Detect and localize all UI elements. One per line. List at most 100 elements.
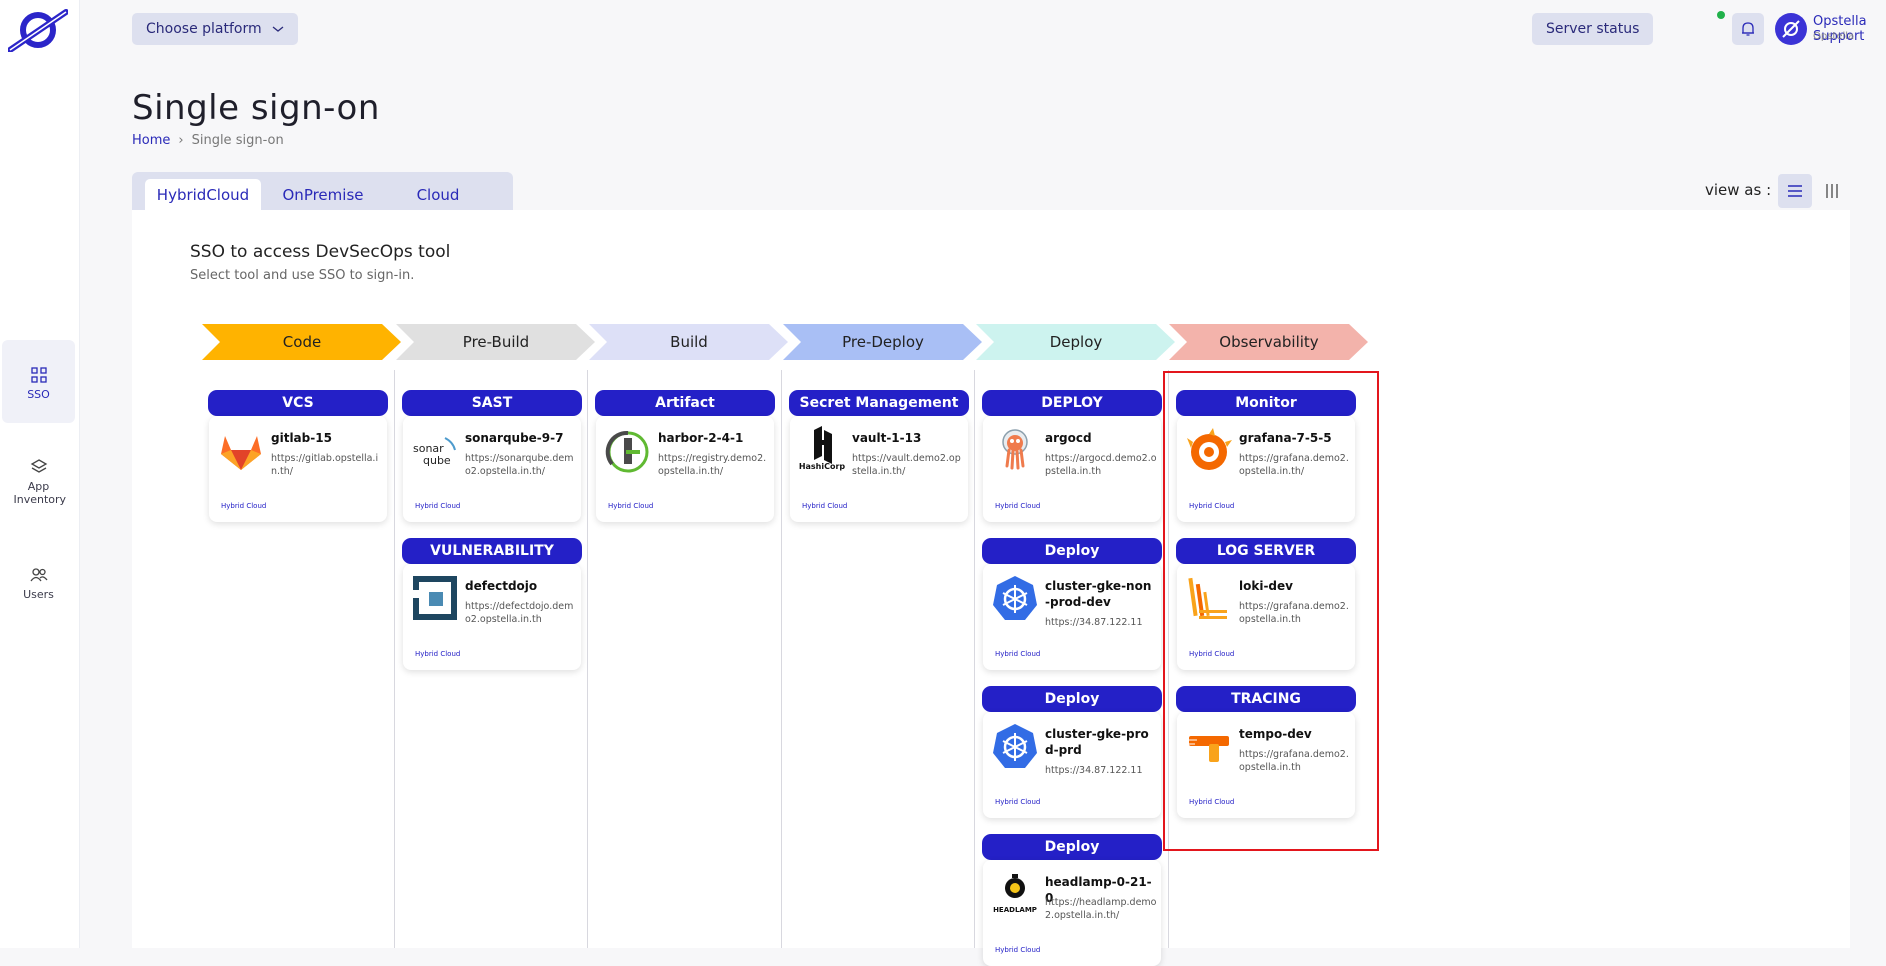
sidebar-item-sso[interactable]: SSO	[2, 340, 75, 423]
category-artifact: Artifact	[595, 390, 775, 416]
category-deploy: DEPLOY	[982, 390, 1162, 416]
sso-panel: SSO to access DevSecOps tool Select tool…	[132, 210, 1850, 966]
kubernetes-icon	[993, 724, 1037, 768]
defectdojo-icon	[413, 576, 457, 620]
tool-name: cluster-gke-prod-prd	[1045, 727, 1149, 757]
grid-icon	[30, 367, 47, 383]
layers-icon	[30, 459, 47, 473]
tool-card-argocd[interactable]: argocd https://argocd.demo2.opstella.in.…	[983, 416, 1161, 522]
tool-tag: Hybrid Cloud	[802, 502, 848, 510]
tool-name: vault-1-13	[852, 431, 922, 445]
breadcrumb-separator: ›	[178, 133, 184, 148]
notifications-button[interactable]	[1732, 13, 1764, 45]
tool-tag: Hybrid Cloud	[995, 650, 1041, 658]
opstella-avatar-icon	[1782, 20, 1800, 38]
server-status-label: Server status	[1546, 21, 1640, 37]
panel-title: SSO to access DevSecOps tool	[190, 242, 451, 262]
stage-build: Build	[589, 324, 789, 360]
avatar[interactable]	[1775, 13, 1807, 45]
server-status-button[interactable]: Server status	[1532, 13, 1654, 45]
page-title: Single sign-on	[132, 88, 380, 128]
stage-pre-build: Pre-Build	[396, 324, 596, 360]
sidebar-item-label: SSO	[27, 388, 50, 401]
tool-card-gitlab[interactable]: gitlab-15 https://gitlab.opstella.in.th/…	[209, 416, 387, 522]
opstella-logo-icon[interactable]	[8, 8, 68, 52]
tool-card-cluster-gke-prod[interactable]: cluster-gke-prod-prd https://34.87.122.1…	[983, 712, 1161, 818]
stage-code: Code	[202, 324, 402, 360]
choose-platform-label: Choose platform	[146, 21, 262, 37]
tool-url[interactable]: https://argocd.demo2.opstella.in.th	[1045, 452, 1157, 478]
users-icon	[29, 568, 48, 582]
argocd-icon	[1002, 429, 1028, 470]
tool-url[interactable]: https://gitlab.opstella.in.th/	[271, 452, 383, 478]
breadcrumb-current: Single sign-on	[191, 133, 284, 148]
tool-tag: Hybrid Cloud	[221, 502, 267, 510]
tool-url[interactable]: https://34.87.122.11	[1045, 616, 1157, 629]
tab-onpremise[interactable]: OnPremise	[268, 179, 378, 210]
user-org: Opstella	[1813, 31, 1855, 42]
tool-tag: Hybrid Cloud	[995, 798, 1041, 806]
tool-url[interactable]: https://34.87.122.11	[1045, 764, 1157, 777]
tool-card-sonarqube[interactable]: sonar qube sonarqube-9-7 https://sonarqu…	[403, 416, 581, 522]
stage-label: Observability	[1219, 333, 1319, 351]
tab-cloud[interactable]: Cloud	[388, 179, 488, 210]
platform-tabs: HybridCloud OnPremise Cloud	[132, 172, 513, 210]
category-sast: SAST	[402, 390, 582, 416]
stage-label: Code	[282, 333, 322, 351]
breadcrumb-home-link[interactable]: Home	[132, 133, 170, 148]
stage-observability: Observability	[1169, 324, 1369, 360]
bell-icon	[1742, 22, 1754, 36]
list-view-button[interactable]	[1778, 174, 1812, 208]
hashicorp-logo-text: HashiCorp	[798, 462, 846, 471]
tool-url[interactable]: https://sonarqube.demo2.opstella.in.th/	[465, 452, 577, 478]
stage-label: Pre-Deploy	[842, 333, 924, 351]
tool-name: argocd	[1045, 431, 1092, 445]
tool-card-vault[interactable]: HashiCorp vault-1-13 https://vault.demo2…	[790, 416, 968, 522]
tool-url[interactable]: https://defectdojo.demo2.opstella.in.th	[465, 600, 577, 626]
column-view-button[interactable]	[1815, 174, 1849, 208]
view-as-label: view as :	[1705, 181, 1772, 199]
stage-label: Deploy	[1049, 333, 1103, 351]
column-divider	[587, 370, 588, 948]
tool-tag: Hybrid Cloud	[608, 502, 654, 510]
tab-hybridcloud[interactable]: HybridCloud	[145, 179, 261, 210]
column-divider	[394, 370, 395, 948]
server-status-indicator	[1717, 11, 1725, 19]
headlamp-logo-text: HEADLAMP	[993, 906, 1037, 914]
tool-tag: Hybrid Cloud	[415, 502, 461, 510]
category-secret-management: Secret Management	[789, 390, 969, 416]
kubernetes-icon	[993, 576, 1037, 620]
column-divider	[974, 370, 975, 948]
category-deploy: Deploy	[982, 538, 1162, 564]
tool-tag: Hybrid Cloud	[995, 946, 1041, 954]
tool-name: cluster-gke-non-prod-dev	[1045, 579, 1152, 609]
stage-pre-deploy: Pre-Deploy	[783, 324, 983, 360]
list-icon	[1788, 185, 1802, 197]
harbor-icon	[605, 430, 649, 473]
category-vcs: VCS	[208, 390, 388, 416]
tool-tag: Hybrid Cloud	[995, 502, 1041, 510]
column-divider	[781, 370, 782, 948]
svg-text:qube: qube	[423, 454, 451, 467]
tool-name: gitlab-15	[271, 431, 332, 445]
stage-label: Build	[670, 333, 708, 351]
tool-card-harbor[interactable]: harbor-2-4-1 https://registry.demo2.opst…	[596, 416, 774, 522]
tool-url[interactable]: https://headlamp.demo2.opstella.in.th/	[1045, 896, 1157, 922]
sidebar-item-app-inventory[interactable]: App Inventory	[2, 458, 75, 506]
category-vulnerability: VULNERABILITY	[402, 538, 582, 564]
tool-card-cluster-gke-non-prod[interactable]: cluster-gke-non-prod-dev https://34.87.1…	[983, 564, 1161, 670]
tool-card-defectdojo[interactable]: defectdojo https://defectdojo.demo2.opst…	[403, 564, 581, 670]
tool-tag: Hybrid Cloud	[415, 650, 461, 658]
stage-label: Pre-Build	[462, 333, 530, 351]
sidebar: SSO App Inventory Users	[0, 0, 80, 948]
tool-card-headlamp[interactable]: HEADLAMP headlamp-0-21-0 https://headlam…	[983, 860, 1161, 966]
tool-url[interactable]: https://vault.demo2.opstella.in.th/	[852, 452, 964, 478]
observability-highlight-box	[1163, 371, 1379, 851]
panel-subtitle: Select tool and use SSO to sign-in.	[190, 268, 415, 283]
tool-url[interactable]: https://registry.demo2.opstella.in.th/	[658, 452, 770, 478]
sidebar-item-users[interactable]: Users	[2, 566, 75, 601]
choose-platform-button[interactable]: Choose platform	[132, 13, 298, 45]
category-deploy: Deploy	[982, 834, 1162, 860]
sonarqube-icon: sonar qube	[413, 437, 456, 467]
sidebar-item-label: Users	[23, 588, 54, 601]
